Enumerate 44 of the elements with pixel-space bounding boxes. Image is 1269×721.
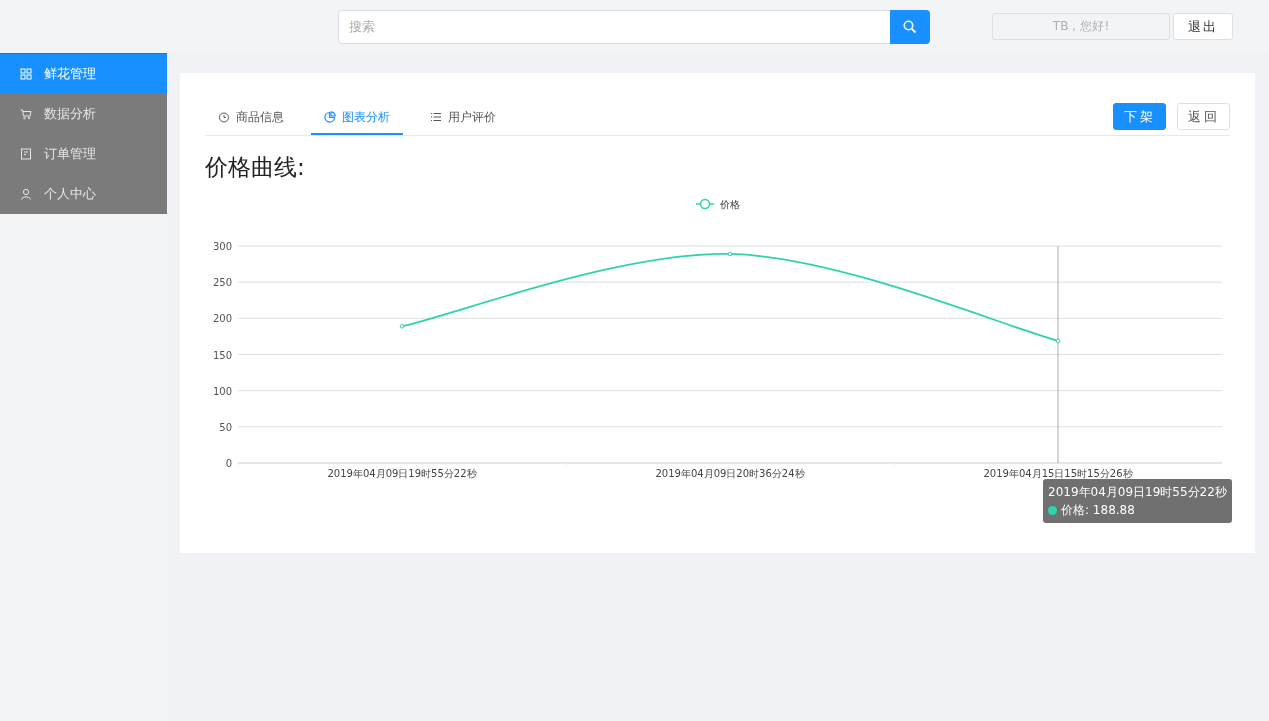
list-icon — [430, 111, 442, 123]
sidebar-item[interactable]: 数据分析 — [0, 94, 167, 134]
sidebar-item[interactable]: 订单管理 — [0, 134, 167, 174]
menu-label: 鲜花管理 — [44, 65, 96, 83]
tooltip-value: 价格: 188.88 — [1061, 502, 1135, 519]
greeting-text: TB，您好! — [992, 13, 1170, 40]
clock-icon — [218, 111, 230, 123]
data-point[interactable] — [1055, 338, 1061, 344]
y-axis-label: 50 — [219, 421, 232, 433]
user-icon — [20, 188, 32, 200]
y-axis-label: 300 — [212, 241, 232, 252]
tab[interactable]: 用户评价 — [417, 101, 509, 135]
sidebar-item[interactable]: 鲜花管理 — [0, 54, 167, 94]
unlist-button[interactable]: 下架 — [1113, 103, 1166, 130]
series-dot-icon — [1048, 505, 1057, 515]
y-axis-label: 150 — [212, 349, 232, 361]
legend-label: 价格 — [720, 199, 740, 210]
data-point[interactable] — [727, 251, 733, 257]
back-button[interactable]: 返回 — [1177, 103, 1230, 130]
tab[interactable]: 商品信息 — [205, 101, 297, 135]
section-title: 价格曲线: — [205, 153, 306, 182]
logout-button[interactable]: 退出 — [1173, 13, 1233, 40]
menu-label: 数据分析 — [44, 105, 96, 123]
menu-label: 订单管理 — [44, 145, 96, 163]
document-icon — [20, 148, 32, 160]
search-button[interactable] — [890, 9, 930, 44]
x-axis-label: 2019年04月09日19时55分22秒 — [327, 468, 477, 479]
y-axis-label: 200 — [212, 313, 232, 325]
menu-label: 个人中心 — [44, 185, 96, 203]
grid-icon — [20, 68, 32, 80]
data-point[interactable] — [399, 324, 405, 329]
y-axis-label: 250 — [212, 277, 232, 289]
tooltip-title: 2019年04月09日19时55分22秒 — [1048, 484, 1227, 501]
y-axis-label: 100 — [212, 385, 232, 397]
y-axis-label: 0 — [225, 458, 232, 469]
chart-legend[interactable] — [695, 198, 715, 210]
sidebar-item[interactable]: 个人中心 — [0, 174, 167, 214]
tab[interactable]: 图表分析 — [311, 101, 403, 135]
pie-chart-icon — [324, 111, 336, 123]
search-icon — [903, 19, 917, 34]
x-axis-label: 2019年04月09日20时36分24秒 — [655, 468, 805, 479]
search-field[interactable]: 搜索 — [338, 9, 890, 44]
x-axis-label: 2019年04月15日15时15分26秒 — [983, 468, 1133, 479]
cart-icon — [20, 108, 32, 120]
